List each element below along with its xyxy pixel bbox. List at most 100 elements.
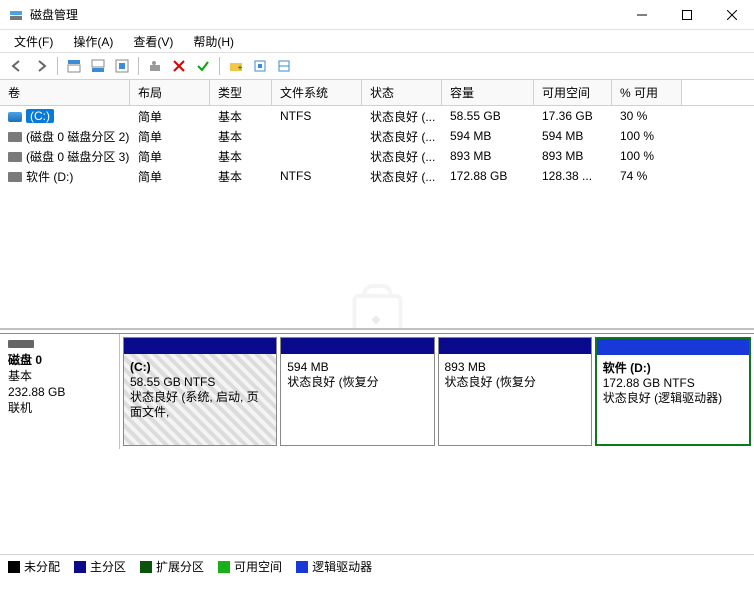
partition-header [439, 338, 591, 354]
cell-free: 17.36 GB [534, 107, 612, 125]
cell-free: 893 MB [534, 147, 612, 165]
menu-file[interactable]: 文件(F) [6, 31, 61, 52]
toolbar [0, 52, 754, 80]
volume-name: 软件 (D:) [26, 170, 73, 184]
legend-item: 未分配 [8, 558, 60, 575]
cell-capacity: 893 MB [442, 147, 534, 165]
volume-icon [8, 152, 22, 162]
action2-icon[interactable] [273, 55, 295, 77]
volume-name: (磁盘 0 磁盘分区 3) [26, 150, 129, 164]
view-top-icon[interactable] [63, 55, 85, 77]
disk-info[interactable]: 磁盘 0 基本 232.88 GB 联机 [0, 334, 120, 449]
cell-fs [272, 154, 362, 158]
cell-fs [272, 134, 362, 138]
cell-free: 128.38 ... [534, 167, 612, 185]
partition-header [124, 338, 276, 354]
legend-swatch [74, 561, 86, 573]
settings-icon[interactable] [111, 55, 133, 77]
disk-type: 基本 [8, 368, 111, 384]
col-percent[interactable]: % 可用 [612, 80, 682, 105]
legend-swatch [8, 561, 20, 573]
cell-percent: 100 % [612, 147, 682, 165]
volume-name: (磁盘 0 磁盘分区 2) [26, 130, 129, 144]
partition-box[interactable]: 软件 (D:)172.88 GB NTFS状态良好 (逻辑驱动器) [595, 337, 751, 446]
cell-capacity: 58.55 GB [442, 107, 534, 125]
col-filesystem[interactable]: 文件系统 [272, 80, 362, 105]
partition-status: 状态良好 (逻辑驱动器) [603, 391, 743, 406]
disk-label: 磁盘 0 [8, 352, 111, 368]
action1-icon[interactable] [249, 55, 271, 77]
delete-icon[interactable] [168, 55, 190, 77]
partition-box[interactable]: 594 MB状态良好 (恢复分 [280, 337, 434, 446]
folder-add-icon[interactable] [225, 55, 247, 77]
back-icon[interactable] [6, 55, 28, 77]
legend-label: 可用空间 [234, 558, 282, 575]
watermark: ◆ 安下载 anxz.com [330, 294, 423, 330]
cell-layout: 简单 [130, 146, 210, 167]
col-status[interactable]: 状态 [362, 80, 442, 105]
volume-row[interactable]: (磁盘 0 磁盘分区 3)简单基本状态良好 (...893 MB893 MB10… [0, 146, 754, 166]
cell-percent: 100 % [612, 127, 682, 145]
legend-swatch [140, 561, 152, 573]
menu-action[interactable]: 操作(A) [65, 31, 121, 52]
view-bottom-icon[interactable] [87, 55, 109, 77]
partition-status: 状态良好 (恢复分 [445, 375, 585, 390]
properties-icon[interactable] [144, 55, 166, 77]
partition-status: 状态良好 (系统, 启动, 页面文件, [130, 390, 270, 420]
volume-icon [8, 172, 22, 182]
window-title: 磁盘管理 [30, 6, 619, 23]
legend-item: 主分区 [74, 558, 126, 575]
legend-item: 扩展分区 [140, 558, 204, 575]
col-volume[interactable]: 卷 [0, 80, 130, 105]
partition-box[interactable]: 893 MB状态良好 (恢复分 [438, 337, 592, 446]
partition-header [597, 339, 749, 355]
check-icon[interactable] [192, 55, 214, 77]
menu-help[interactable]: 帮助(H) [185, 31, 242, 52]
col-layout[interactable]: 布局 [130, 80, 210, 105]
col-capacity[interactable]: 容量 [442, 80, 534, 105]
menu-view[interactable]: 查看(V) [125, 31, 181, 52]
forward-icon[interactable] [30, 55, 52, 77]
legend-item: 可用空间 [218, 558, 282, 575]
disk-icon [8, 340, 34, 348]
partition-header [281, 338, 433, 354]
volume-row[interactable]: (磁盘 0 磁盘分区 2)简单基本状态良好 (...594 MB594 MB10… [0, 126, 754, 146]
partition-box[interactable]: (C:)58.55 GB NTFS状态良好 (系统, 启动, 页面文件, [123, 337, 277, 446]
volume-list-header: 卷 布局 类型 文件系统 状态 容量 可用空间 % 可用 [0, 80, 754, 106]
cell-type: 基本 [210, 126, 272, 147]
volume-row[interactable]: 软件 (D:) 简单基本NTFS状态良好 (...172.88 GB128.38 … [0, 166, 754, 186]
volume-name: (C:) [26, 109, 54, 123]
cell-capacity: 172.88 GB [442, 167, 534, 185]
legend-swatch [296, 561, 308, 573]
volume-icon [8, 112, 22, 122]
partition-title: 软件 (D:) [603, 361, 743, 376]
legend-item: 逻辑驱动器 [296, 558, 372, 575]
cell-percent: 30 % [612, 107, 682, 125]
cell-status: 状态良好 (... [362, 166, 442, 187]
cell-fs: NTFS [272, 167, 362, 185]
close-button[interactable] [709, 0, 754, 29]
partition-size: 594 MB [287, 360, 427, 375]
minimize-button[interactable] [619, 0, 664, 29]
disk-status: 联机 [8, 400, 111, 416]
volume-row[interactable]: (C:)简单基本NTFS状态良好 (...58.55 GB17.36 GB30 … [0, 106, 754, 126]
cell-type: 基本 [210, 106, 272, 127]
app-icon [8, 7, 24, 23]
cell-capacity: 594 MB [442, 127, 534, 145]
col-free[interactable]: 可用空间 [534, 80, 612, 105]
partition-size: 58.55 GB NTFS [130, 375, 270, 390]
cell-free: 594 MB [534, 127, 612, 145]
volume-icon [8, 132, 22, 142]
partition-status: 状态良好 (恢复分 [287, 375, 427, 390]
disk-graphical-view: 磁盘 0 基本 232.88 GB 联机 (C:)58.55 GB NTFS状态… [0, 333, 754, 449]
legend-swatch [218, 561, 230, 573]
maximize-button[interactable] [664, 0, 709, 29]
title-bar: 磁盘管理 [0, 0, 754, 30]
cell-type: 基本 [210, 166, 272, 187]
menu-bar: 文件(F) 操作(A) 查看(V) 帮助(H) [0, 30, 754, 52]
col-type[interactable]: 类型 [210, 80, 272, 105]
cell-status: 状态良好 (... [362, 126, 442, 147]
cell-percent: 74 % [612, 167, 682, 185]
volume-list[interactable]: 卷 布局 类型 文件系统 状态 容量 可用空间 % 可用 (C:)简单基本NTF… [0, 80, 754, 330]
cell-layout: 简单 [130, 166, 210, 187]
